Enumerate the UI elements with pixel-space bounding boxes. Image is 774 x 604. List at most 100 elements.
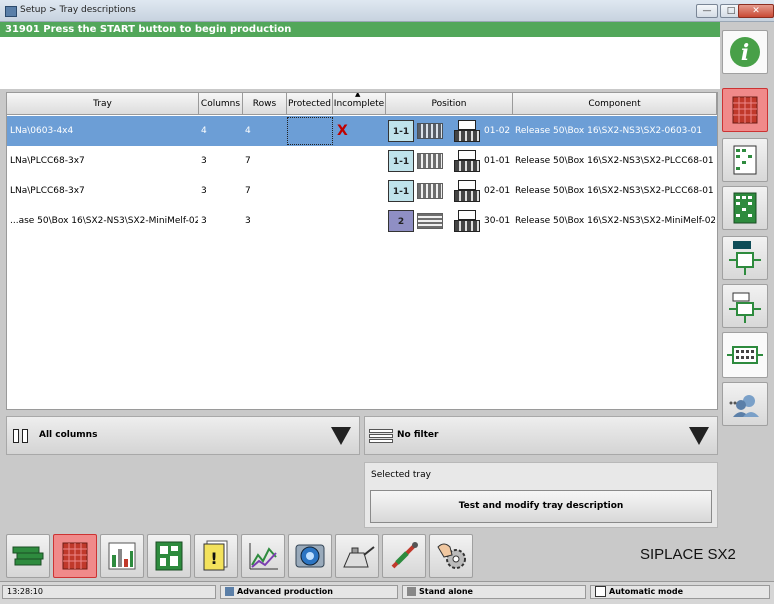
status-time: 13:28:10 (2, 585, 216, 599)
sidebar-component-place[interactable] (722, 236, 768, 280)
protected-cell-focus (287, 117, 333, 145)
line-chart-icon (249, 543, 278, 570)
tray-grid-icon (417, 123, 443, 139)
toolbar-oil-can[interactable] (335, 534, 379, 578)
feeder-table-icon (733, 145, 757, 175)
tray-lines-icon (417, 213, 443, 229)
user-settings-icon (729, 395, 759, 417)
status-production-text: Advanced production (237, 587, 333, 596)
rows-value: 7 (245, 186, 251, 196)
tray-matrix-icon (732, 96, 758, 124)
position-label: 1-1 (388, 180, 414, 202)
window-title: Setup > Tray descriptions (20, 5, 136, 15)
component-value: Release 50\Box 16\SX2-NS3\SX2-0603-01 (515, 126, 703, 136)
tray-icon (454, 120, 480, 142)
info-button[interactable]: i (722, 30, 768, 74)
columns-value: 3 (201, 216, 207, 226)
toolbar-tray-matrix[interactable] (53, 534, 97, 578)
tool-icon (391, 542, 418, 569)
toolbar-component-stack[interactable] (6, 534, 50, 578)
filter-select[interactable]: No filter (364, 416, 718, 455)
dropdown-arrow-icon (689, 427, 709, 445)
title-bar: Setup > Tray descriptions — □ ✕ (0, 0, 774, 22)
app-icon (5, 6, 17, 17)
tray-icon (454, 150, 480, 172)
gear-hand-icon (437, 543, 466, 569)
toolbar-line-chart[interactable] (241, 534, 285, 578)
tray-icon (454, 210, 480, 232)
tray-table[interactable]: Tray Columns Rows Protected Incomplete P… (6, 92, 718, 410)
columns-value: 4 (201, 126, 207, 136)
sidebar-tray-matrix[interactable] (722, 88, 768, 132)
header-rows[interactable]: Rows (243, 93, 287, 115)
automatic-icon (595, 586, 606, 597)
toolbar-board-layout[interactable] (147, 534, 191, 578)
board-layout-icon (155, 541, 183, 571)
position-label: 1-1 (388, 150, 414, 172)
table-row[interactable]: LNa\0603-4x4 4 4 X 1-1 01-02 Release 50\… (7, 116, 717, 146)
tray-icon (454, 180, 480, 202)
table-row[interactable]: LNa\PLCC68-3x7 3 7 1-1 02-01 Release 50\… (7, 176, 717, 206)
rows-value: 4 (245, 126, 251, 136)
tray-matrix-icon (62, 542, 88, 570)
table-row[interactable]: LNa\PLCC68-3x7 3 7 1-1 01-01 Release 50\… (7, 146, 717, 176)
tray-grid-icon (417, 153, 443, 169)
camera-icon (295, 544, 325, 568)
component-value: Release 50\Box 16\SX2-NS3\SX2-PLCC68-01 (515, 186, 714, 196)
info-icon: i (730, 37, 760, 67)
header-columns[interactable]: Columns (199, 93, 243, 115)
tray-grid-icon (417, 183, 443, 199)
sidebar-component-list[interactable] (722, 186, 768, 230)
column-select-label: All columns (39, 430, 98, 440)
sidebar-component-check[interactable] (722, 284, 768, 328)
toolbar-tool[interactable] (382, 534, 426, 578)
status-automatic-text: Automatic mode (609, 587, 684, 596)
component-value: Release 50\Box 16\SX2-NS3\SX2-PLCC68-01 (515, 156, 714, 166)
standalone-icon (407, 587, 416, 596)
header-protected[interactable]: Protected (287, 93, 333, 115)
status-message: 31901 Press the START button to begin pr… (0, 22, 720, 37)
table-row[interactable]: ...ase 50\Box 16\SX2-NS3\SX2-MiniMelf-02… (7, 206, 717, 236)
incomplete-x-icon: X (337, 123, 348, 139)
brand-label: SIPLACE SX2 (640, 546, 736, 563)
filter-icon (369, 429, 393, 443)
status-standalone: Stand alone (402, 585, 586, 599)
tray-name: LNa\0603-4x4 (10, 126, 74, 136)
bar-chart-icon (108, 542, 136, 570)
position-label: 1-1 (388, 120, 414, 142)
toolbar-gear-hand[interactable] (429, 534, 473, 578)
toolbar-bar-chart[interactable] (100, 534, 144, 578)
header-component[interactable]: Component (513, 93, 717, 115)
column-select[interactable]: All columns (6, 416, 360, 455)
component-list-icon (733, 192, 757, 224)
rows-value: 7 (245, 156, 251, 166)
header-position[interactable]: Position (386, 93, 513, 115)
status-bar: 13:28:10 Advanced production Stand alone… (0, 581, 774, 604)
status-standalone-text: Stand alone (419, 587, 473, 596)
rows-value: 3 (245, 216, 251, 226)
tray-name: LNa\PLCC68-3x7 (10, 186, 85, 196)
sidebar-feeder-table[interactable] (722, 138, 768, 182)
tray-name: LNa\PLCC68-3x7 (10, 156, 85, 166)
component-check-icon (729, 292, 761, 323)
columns-icon (13, 429, 28, 443)
sidebar-tray-grid[interactable] (722, 332, 768, 378)
columns-value: 3 (201, 186, 207, 196)
header-tray[interactable]: Tray (7, 93, 199, 115)
component-value: Release 50\Box 16\SX2-NS3\SX2-MiniMelf-0… (515, 216, 715, 226)
close-button[interactable]: ✕ (738, 4, 774, 18)
status-automatic: Automatic mode (590, 585, 770, 599)
tray-name: ...ase 50\Box 16\SX2-NS3\SX2-MiniMelf-02 (10, 216, 198, 226)
toolbar-warning-document[interactable]: ! (194, 534, 238, 578)
svg-text:i: i (741, 40, 749, 66)
test-modify-tray-button[interactable]: Test and modify tray description (370, 490, 712, 523)
svg-text:!: ! (210, 549, 217, 568)
component-place-icon (729, 241, 761, 275)
selected-tray-caption: Selected tray (371, 470, 431, 480)
selected-tray-panel: Selected tray Test and modify tray descr… (364, 462, 718, 528)
minimize-button[interactable]: — (696, 4, 718, 18)
sidebar-user-settings[interactable] (722, 382, 768, 426)
status-production: Advanced production (220, 585, 398, 599)
toolbar-camera[interactable] (288, 534, 332, 578)
message-area (0, 37, 720, 89)
